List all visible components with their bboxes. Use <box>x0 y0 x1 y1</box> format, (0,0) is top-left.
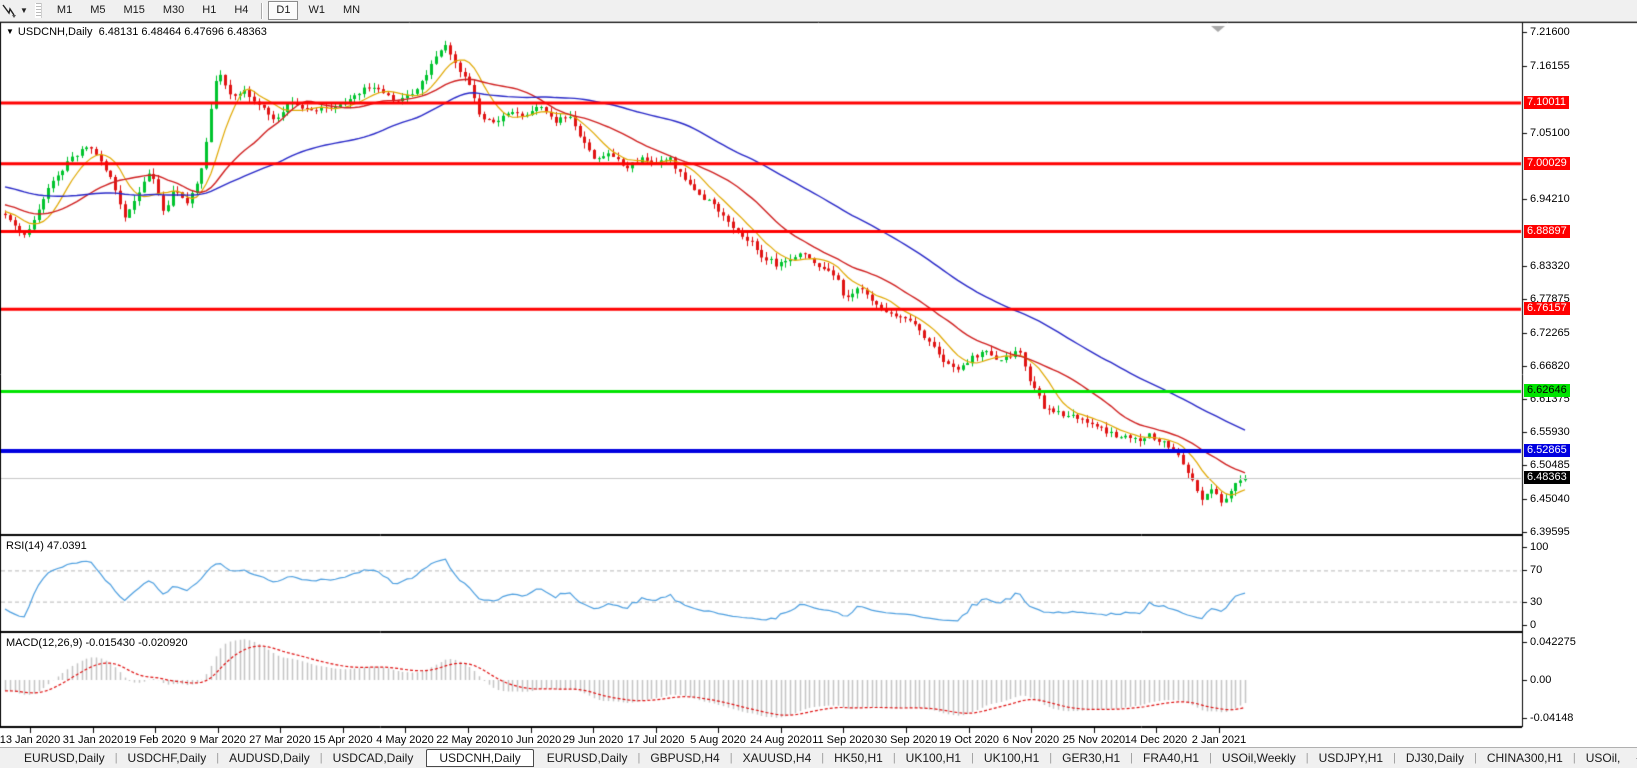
timeframe-button-m1[interactable]: M1 <box>49 1 80 20</box>
rsi-name: RSI(14) <box>6 540 44 552</box>
tab-fra40-h1[interactable]: FRA40,H1 <box>1133 750 1209 766</box>
price-axis-tick: 6.50485 <box>1530 459 1570 471</box>
price-axis-tick: 6.55930 <box>1530 426 1570 438</box>
rsi-value: 47.0391 <box>46 540 87 552</box>
price-axis-tick: 6.72265 <box>1530 327 1570 339</box>
macd-values: -0.015430 -0.020920 <box>85 637 188 649</box>
timeframe-toolbar: ▼ M1 M5 M15 M30 H1 H4 D1 W1 MN <box>0 0 1637 22</box>
tab-usoil-[interactable]: USOil, <box>1576 750 1631 766</box>
timeframe-button-m5[interactable]: M5 <box>82 1 113 20</box>
timeframe-button-w1[interactable]: W1 <box>300 1 333 20</box>
chart-title: ▼ USDCNH,Daily 6.48131 6.48464 6.47696 6.… <box>6 26 267 38</box>
price-axis-tick: 6.83320 <box>1530 260 1570 272</box>
timeframe-button-m30[interactable]: M30 <box>155 1 192 20</box>
rsi-axis-tick: 30 <box>1530 596 1543 608</box>
chevron-down-icon[interactable]: ▼ <box>20 6 28 15</box>
tab-gbpusd-h4[interactable]: GBPUSD,H4 <box>640 750 729 766</box>
timeframe-button-h1[interactable]: H1 <box>194 1 224 20</box>
timeframe-button-h4[interactable]: H4 <box>226 1 256 20</box>
tab-uk100-h1[interactable]: UK100,H1 <box>896 750 971 766</box>
tab-eurusd-daily[interactable]: EURUSD,Daily <box>537 750 638 766</box>
price-level-badge: 7.00029 <box>1524 157 1570 170</box>
cursor-tool-group: ▼ <box>0 0 32 21</box>
tab-usdchf-daily[interactable]: USDCHF,Daily <box>118 750 217 766</box>
symbol-title: USDCNH,Daily <box>17 26 93 38</box>
price-axis-tick: 6.66820 <box>1530 360 1570 372</box>
price-level-badge: 7.10011 <box>1524 96 1569 109</box>
tab-uk100-h1[interactable]: UK100,H1 <box>974 750 1049 766</box>
tab-eurusd-daily[interactable]: EURUSD,Daily <box>14 750 115 766</box>
current-price-badge: 6.48363 <box>1524 471 1570 484</box>
tab-hk50-h1[interactable]: HK50,H1 <box>824 750 893 766</box>
cursor-tool-icon[interactable] <box>1 3 18 18</box>
price-level-badge: 6.88897 <box>1524 225 1570 238</box>
mt4-window: ▼ M1 M5 M15 M30 H1 H4 D1 W1 MN ▼ USDCNH,Daily 6.4… <box>0 0 1637 768</box>
macd-axis-tick: 0.042275 <box>1530 636 1576 648</box>
rsi-axis-tick: 100 <box>1530 541 1549 553</box>
macd-name: MACD(12,26,9) <box>6 637 83 649</box>
tab-usdcad-daily[interactable]: USDCAD,Daily <box>323 750 424 766</box>
tab-china300-h1[interactable]: CHINA300,H1 <box>1477 750 1573 766</box>
chart-tab-bar: EURUSD,Daily | USDCHF,Daily | AUDUSD,Daily | U… <box>0 747 1637 768</box>
timeframe-button-mn[interactable]: MN <box>335 1 368 20</box>
toolbar-grip[interactable] <box>34 3 42 18</box>
price-level-badge: 6.76157 <box>1524 302 1570 315</box>
tab-usdcnh-daily[interactable]: USDCNH,Daily <box>426 749 534 767</box>
price-axis-tick: 7.21600 <box>1530 26 1570 38</box>
collapse-icon[interactable]: ▼ <box>6 27 14 36</box>
price-axis-tick: 7.05100 <box>1530 127 1570 139</box>
rsi-axis-tick: 70 <box>1530 564 1543 576</box>
tab-scroll-controls: ◄► <box>1630 753 1637 763</box>
price-axis-tick: 6.45040 <box>1530 493 1570 505</box>
tab-usoil-weekly[interactable]: USOil,Weekly <box>1212 750 1306 766</box>
timeframe-buttons: M1 M5 M15 M30 H1 H4 D1 W1 MN <box>48 1 369 20</box>
price-level-badge: 6.52865 <box>1524 444 1570 457</box>
price-axis-tick: 7.16155 <box>1530 60 1570 72</box>
tab-audusd-daily[interactable]: AUDUSD,Daily <box>219 750 320 766</box>
price-axis-tick: 6.39595 <box>1530 526 1570 538</box>
timeframe-button-d1[interactable]: D1 <box>268 1 299 20</box>
date-axis-label: 2 Jan 2021 <box>1191 734 1247 746</box>
rsi-axis-tick: 0 <box>1530 619 1537 631</box>
rsi-label: RSI(14) 47.0391 <box>6 540 87 552</box>
tab-usdjpy-h1[interactable]: USDJPY,H1 <box>1309 750 1393 766</box>
tab-ger30-h1[interactable]: GER30,H1 <box>1052 750 1130 766</box>
macd-axis-tick: -0.04148 <box>1530 712 1574 724</box>
macd-label: MACD(12,26,9) -0.015430 -0.020920 <box>6 637 188 649</box>
ohlc-values: 6.48131 6.48464 6.47696 6.48363 <box>98 26 267 38</box>
tab-scroll-left-icon[interactable]: ◄ <box>1630 753 1637 763</box>
tab-dj30-daily[interactable]: DJ30,Daily <box>1396 750 1474 766</box>
chart-canvas[interactable] <box>0 0 1637 768</box>
tab-xauusd-h4[interactable]: XAUUSD,H4 <box>733 750 822 766</box>
price-level-badge: 6.62646 <box>1524 384 1570 397</box>
timeframe-button-m15[interactable]: M15 <box>115 1 152 20</box>
macd-axis-tick: 0.00 <box>1530 674 1552 686</box>
price-axis-tick: 6.94210 <box>1530 193 1570 205</box>
